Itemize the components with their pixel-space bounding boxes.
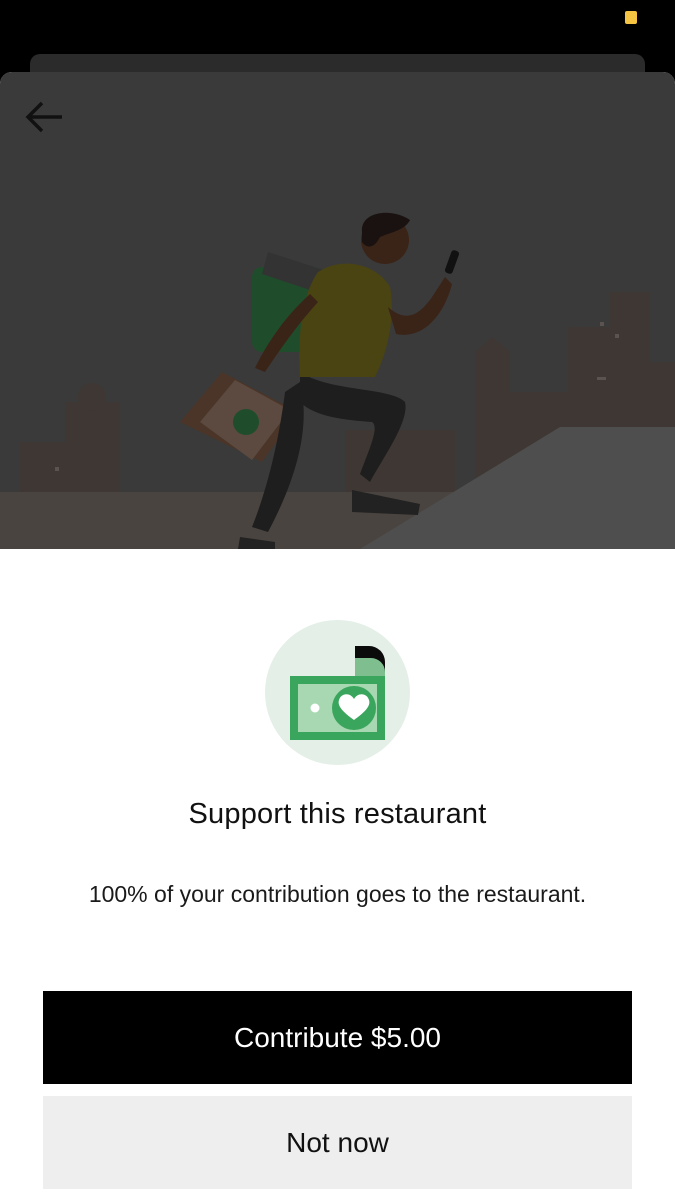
- courier-illustration: [0, 212, 675, 549]
- hero-illustration: [0, 72, 675, 549]
- not-now-button[interactable]: Not now: [43, 1096, 632, 1189]
- status-indicator: [625, 11, 637, 24]
- dialog-title: Support this restaurant: [188, 798, 487, 830]
- money-heart-icon: [265, 620, 410, 765]
- arrow-left-icon: [25, 101, 62, 133]
- dialog-message: 100% of your contribution goes to the re…: [88, 881, 587, 907]
- back-button[interactable]: [24, 100, 76, 144]
- support-restaurant-sheet: Support this restaurant 100% of your con…: [0, 72, 675, 1200]
- contribute-button[interactable]: Contribute $5.00: [43, 991, 632, 1084]
